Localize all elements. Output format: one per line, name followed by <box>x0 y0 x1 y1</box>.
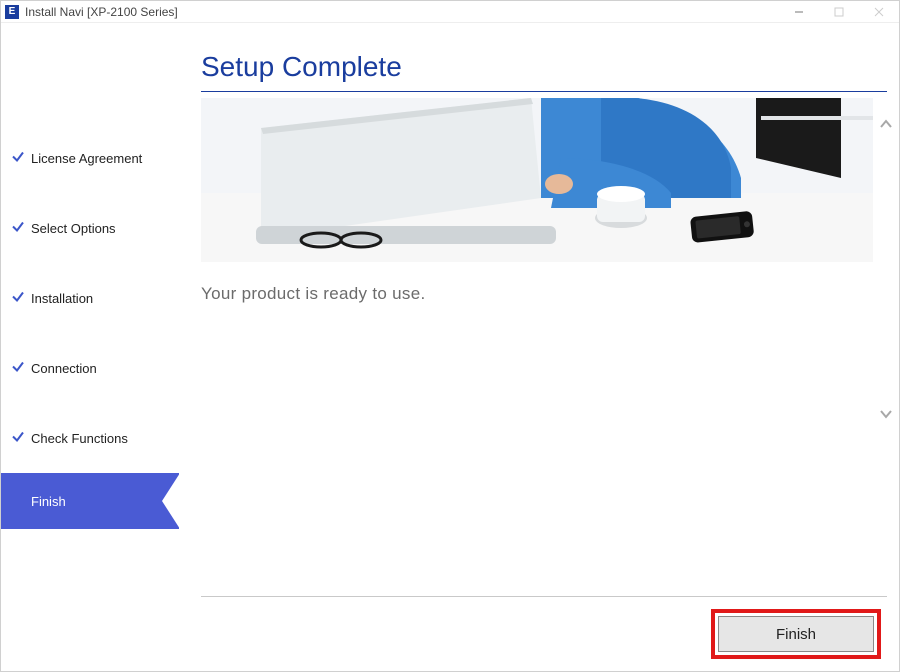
step-label: Finish <box>31 494 66 509</box>
minimize-button[interactable] <box>779 1 819 23</box>
window-title: Install Navi [XP-2100 Series] <box>25 5 178 19</box>
step-installation: Installation <box>1 263 179 333</box>
check-icon <box>11 150 25 167</box>
check-icon <box>11 430 25 447</box>
title-divider <box>201 91 887 92</box>
check-icon <box>11 360 25 377</box>
maximize-button <box>819 1 859 23</box>
body: License Agreement Select Options Install… <box>1 23 899 671</box>
finish-button[interactable]: Finish <box>718 616 874 652</box>
footer: Finish <box>201 596 887 659</box>
step-finish-active: Finish <box>1 473 179 529</box>
page-title: Setup Complete <box>201 51 899 83</box>
finish-highlight: Finish <box>711 609 881 659</box>
step-label: Select Options <box>31 221 116 236</box>
ready-text: Your product is ready to use. <box>201 284 899 304</box>
app-icon: E <box>5 5 19 19</box>
footer-divider <box>201 596 887 597</box>
check-icon <box>11 220 25 237</box>
hero-image <box>201 98 873 262</box>
step-label: Installation <box>31 291 93 306</box>
scroll-up-icon[interactable] <box>879 117 893 136</box>
step-connection: Connection <box>1 333 179 403</box>
check-icon <box>11 290 25 307</box>
titlebar: E Install Navi [XP-2100 Series] <box>1 1 899 23</box>
step-license-agreement: License Agreement <box>1 123 179 193</box>
step-label: Connection <box>31 361 97 376</box>
close-button <box>859 1 899 23</box>
step-check-functions: Check Functions <box>1 403 179 473</box>
step-select-options: Select Options <box>1 193 179 263</box>
step-label: License Agreement <box>31 151 142 166</box>
main: Setup Complete <box>179 23 899 671</box>
sidebar: License Agreement Select Options Install… <box>1 23 179 671</box>
footer-row: Finish <box>201 609 887 659</box>
scroll-down-icon[interactable] <box>879 407 893 426</box>
install-navi-window: E Install Navi [XP-2100 Series] License … <box>0 0 900 672</box>
step-label: Check Functions <box>31 431 128 446</box>
